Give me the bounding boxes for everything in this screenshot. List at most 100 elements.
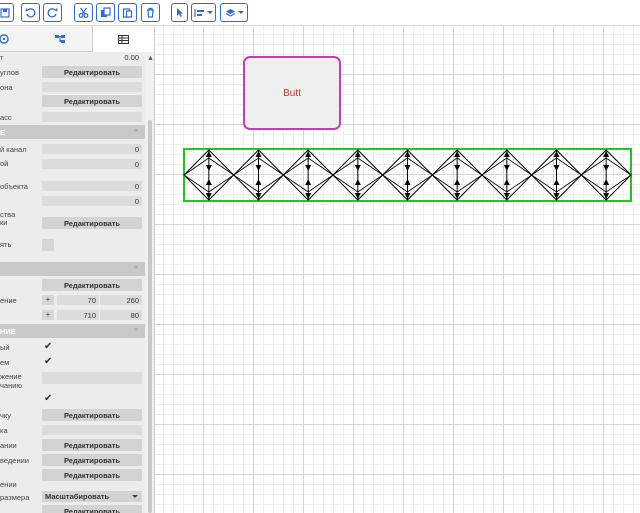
tab-properties[interactable] [0, 26, 14, 52]
tab-table[interactable] [92, 26, 154, 52]
paste-button[interactable] [118, 3, 137, 22]
trash-icon [147, 7, 154, 18]
cut-button[interactable] [74, 3, 93, 22]
hierarchy-icon [55, 35, 65, 43]
edit-button[interactable]: Редактировать [42, 454, 142, 466]
row-label: чку [0, 411, 12, 420]
y-field[interactable]: 80 [100, 310, 142, 320]
chevron-down-icon [132, 495, 138, 498]
diamond-cell [183, 149, 235, 201]
panel-scrollbar[interactable]: ▲ [145, 52, 154, 513]
butt-label: Butt [283, 87, 301, 99]
section-header[interactable]: ‹‹ [0, 262, 145, 276]
edit-button[interactable]: Редактировать [42, 95, 142, 107]
edit-button[interactable]: Редактировать [42, 66, 142, 78]
undo-button[interactable] [21, 3, 40, 22]
select-value: Масштабировать [45, 492, 110, 501]
arrow-icon [454, 179, 461, 185]
arrow-icon [553, 179, 560, 185]
row-label: ании [0, 441, 17, 450]
row-label: ение [0, 296, 17, 305]
text-field[interactable] [42, 425, 142, 435]
collapse-icon: ‹‹ [134, 265, 138, 271]
checkbox-checked[interactable]: ✔ [44, 342, 54, 352]
row-label: асс [0, 113, 12, 122]
collapse-icon: ‹‹ [134, 128, 138, 134]
checkbox-checked[interactable]: ✔ [44, 394, 54, 404]
number-field[interactable]: 0 [42, 159, 142, 169]
x-field[interactable]: 70 [57, 295, 99, 305]
redo-button[interactable] [43, 3, 62, 22]
arrow-icon [454, 165, 461, 171]
palette-icon [0, 34, 9, 44]
arrow-icon [354, 165, 361, 171]
table-icon [118, 34, 129, 44]
add-icon[interactable]: + [42, 295, 54, 305]
row-label: объекта [0, 182, 28, 191]
chevron-up-icon[interactable]: ▲ [147, 55, 154, 62]
save-button[interactable] [0, 3, 14, 22]
edit-button[interactable]: Редактировать [42, 217, 142, 229]
scale-select[interactable]: Масштабировать [42, 491, 142, 502]
save-icon [0, 7, 10, 18]
edit-button[interactable]: Редактировать [42, 505, 142, 513]
arrow-icon [553, 165, 560, 171]
undo-icon [25, 8, 36, 18]
tab-hierarchy[interactable] [45, 26, 75, 52]
checkbox-checked[interactable]: ✔ [44, 357, 54, 367]
edit-button[interactable]: Редактировать [42, 439, 142, 451]
align-dropdown-button[interactable] [191, 3, 216, 22]
row-label: углов [0, 68, 19, 77]
arrow-icon [404, 179, 411, 185]
row-label: ведении [0, 456, 29, 465]
row-label: ка [0, 426, 8, 435]
design-canvas[interactable]: Butt [155, 26, 640, 513]
select-tool-button[interactable] [171, 3, 188, 22]
row-label: ой [0, 159, 9, 168]
align-icon [194, 8, 204, 17]
y-field[interactable]: 260 [100, 295, 142, 305]
layers-icon [225, 8, 235, 17]
text-field[interactable] [42, 372, 142, 384]
text-field[interactable] [42, 82, 142, 92]
toolbar [0, 0, 640, 26]
butt-widget[interactable]: Butt [243, 56, 341, 130]
value-field[interactable]: 0.00 [42, 52, 142, 62]
number-field[interactable]: 0 [42, 181, 142, 191]
number-field[interactable]: 0 [42, 196, 142, 206]
diamond-cell [580, 149, 632, 201]
arrow-icon [205, 179, 212, 185]
delete-button[interactable] [141, 3, 160, 22]
section-title: НИЕ [0, 327, 16, 336]
class-field[interactable] [42, 112, 142, 122]
arrow-icon [255, 179, 262, 185]
add-icon[interactable]: + [42, 310, 54, 320]
chevron-down-icon [207, 11, 213, 14]
checkbox[interactable] [42, 239, 54, 251]
layers-dropdown-button[interactable] [220, 3, 248, 22]
arrow-icon [503, 179, 510, 185]
row-label: ять [0, 240, 12, 249]
arrow-icon [305, 179, 312, 185]
row-label: ении [0, 480, 17, 489]
diamond-cell [530, 149, 583, 201]
row-label: ый [0, 343, 10, 352]
edit-button[interactable]: Редактировать [42, 279, 142, 291]
scrollbar-thumb[interactable] [148, 120, 152, 513]
number-field[interactable]: 0 [42, 144, 142, 154]
edit-button[interactable]: Редактировать [42, 469, 142, 481]
section-header[interactable]: НИЕ ‹‹ [0, 324, 145, 338]
panel-tabs [0, 26, 154, 52]
arrow-icon [603, 179, 610, 185]
row-label: ки [0, 218, 8, 227]
diamond-cell [381, 149, 434, 201]
x-field[interactable]: 710 [57, 310, 99, 320]
section-header[interactable]: Е ‹‹ [0, 125, 145, 139]
edit-button[interactable]: Редактировать [42, 409, 142, 421]
arrow-icon [404, 165, 411, 171]
copy-button[interactable] [96, 3, 115, 22]
row-label: й канал [0, 145, 27, 154]
row-label: т [0, 53, 4, 62]
diamond-array-widget[interactable] [183, 148, 632, 202]
collapse-icon: ‹‹ [134, 327, 138, 333]
